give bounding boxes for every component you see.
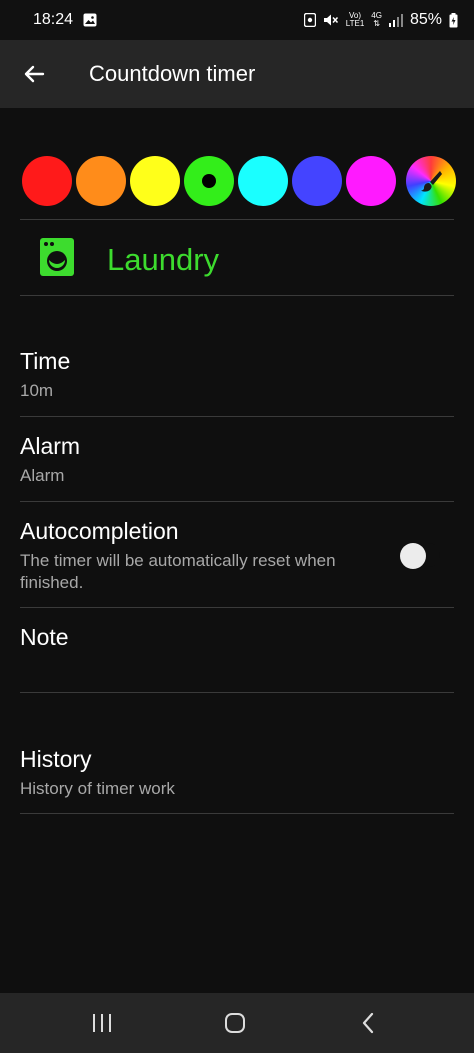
color-picker — [0, 156, 474, 208]
autocompletion-toggle[interactable] — [400, 543, 440, 569]
color-swatch-orange[interactable] — [76, 156, 126, 206]
history-label: History — [20, 746, 92, 772]
washing-machine-icon[interactable] — [40, 238, 74, 276]
recents-button[interactable] — [77, 1003, 127, 1043]
data-arrows-icon: ⇅ — [373, 19, 380, 28]
nav-back-button[interactable] — [343, 1003, 393, 1043]
autocompletion-label: Autocompletion — [20, 518, 179, 544]
battery-charging-icon — [449, 12, 458, 28]
color-swatch-yellow[interactable] — [130, 156, 180, 206]
history-row[interactable]: History History of timer work — [0, 738, 474, 814]
status-time: 18:24 — [33, 11, 74, 28]
battery-percent: 85% — [409, 11, 442, 28]
divider — [20, 692, 454, 693]
selected-indicator — [202, 174, 216, 188]
note-setting-row[interactable]: Note — [0, 616, 474, 692]
home-button[interactable] — [210, 1003, 260, 1043]
note-label: Note — [20, 624, 69, 650]
toggle-knob — [400, 543, 426, 569]
autocompletion-setting-row[interactable]: Autocompletion The timer will be automat… — [0, 510, 474, 607]
color-swatch-magenta[interactable] — [346, 156, 396, 206]
autocompletion-description: The timer will be automatically reset wh… — [20, 551, 336, 592]
timer-name[interactable]: Laundry — [107, 220, 219, 300]
recents-icon — [93, 1014, 111, 1032]
gallery-notification-icon — [83, 13, 97, 27]
divider — [20, 416, 454, 417]
back-button[interactable] — [14, 54, 54, 94]
timer-name-row[interactable]: Laundry — [0, 220, 474, 295]
color-swatch-red[interactable] — [22, 156, 72, 206]
custom-color-button[interactable] — [406, 156, 456, 206]
volte-indicator: Vo) LTE1 — [345, 11, 365, 28]
time-setting-row[interactable]: Time 10m — [0, 340, 474, 416]
network-type-indicator: 4G ⇅ — [371, 12, 382, 28]
time-label: Time — [20, 348, 71, 374]
status-bar: 18:24 Vo) LTE1 4G ⇅ 85% — [0, 0, 474, 40]
time-value: 10m — [20, 381, 54, 400]
alarm-label: Alarm — [20, 433, 81, 459]
vpn-lock-icon — [303, 13, 316, 27]
divider — [20, 607, 454, 608]
color-swatch-cyan[interactable] — [238, 156, 288, 206]
signal-icon — [388, 13, 403, 27]
status-left: 18:24 — [33, 0, 97, 40]
color-swatch-blue[interactable] — [292, 156, 342, 206]
divider — [20, 813, 454, 814]
page-title: Countdown timer — [89, 61, 256, 86]
alarm-value: Alarm — [20, 466, 65, 485]
paintbrush-icon — [421, 171, 442, 192]
color-swatch-green[interactable] — [184, 156, 234, 206]
back-icon — [362, 1012, 374, 1034]
arrow-back-icon — [24, 65, 45, 83]
alarm-setting-row[interactable]: Alarm Alarm — [0, 425, 474, 501]
history-description: History of timer work — [20, 779, 175, 798]
system-nav-bar — [0, 993, 474, 1053]
home-icon — [225, 1013, 245, 1033]
app-bar: Countdown timer — [0, 40, 474, 108]
divider — [20, 501, 454, 502]
mute-icon — [323, 13, 339, 27]
status-right: Vo) LTE1 4G ⇅ 85% — [303, 0, 458, 40]
divider — [20, 295, 454, 296]
